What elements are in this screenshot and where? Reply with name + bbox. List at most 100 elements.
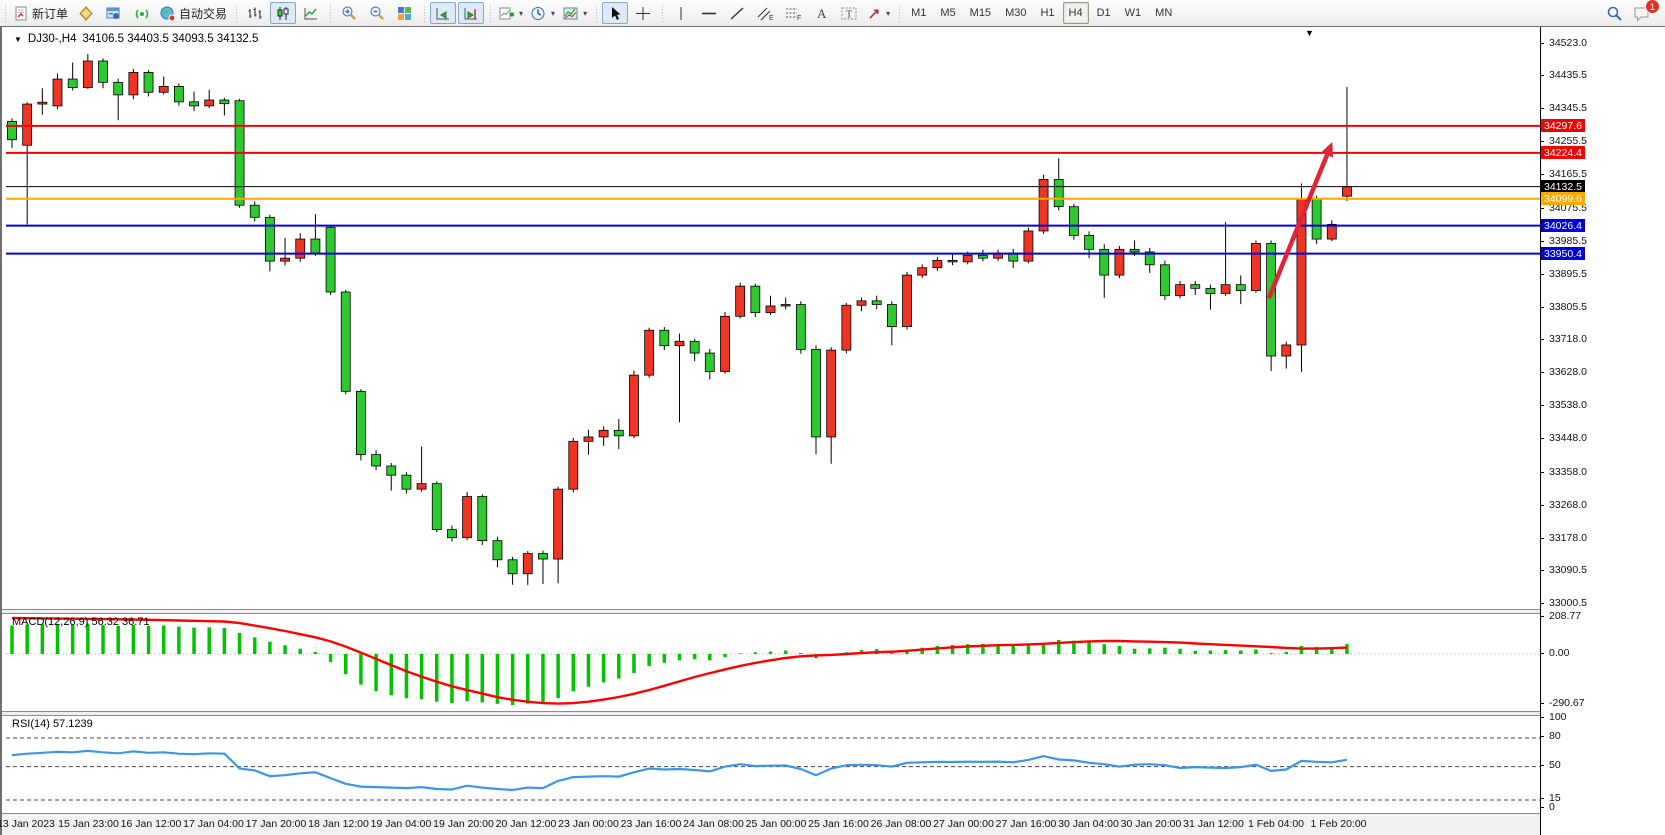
new-order-label: 新订单: [32, 5, 68, 22]
chart-shift-button[interactable]: [458, 2, 484, 24]
date-tick: 27 Jan 16:00: [996, 818, 1057, 830]
price-tick: 34345.5: [1549, 102, 1587, 114]
timeframe-button-mn[interactable]: MN: [1149, 2, 1178, 24]
timeframe-toolbar: M1M5M15M30H1H4D1W1MN: [894, 0, 1179, 26]
tick-mark: [1540, 616, 1544, 617]
timeframe-button-m5[interactable]: M5: [934, 2, 961, 24]
tick-mark: [1540, 717, 1544, 718]
date-tick: 24 Jan 08:00: [683, 818, 744, 830]
date-tick: 26 Jan 08:00: [871, 818, 932, 830]
chevron-down-icon[interactable]: ▾: [519, 9, 523, 18]
tick-mark: [1540, 538, 1544, 539]
rsi-panel[interactable]: RSI(14) 57.1239: [6, 716, 1540, 812]
notifications-button[interactable]: 1: [1629, 2, 1655, 24]
tile-windows-button[interactable]: [392, 2, 418, 24]
price-tick: 100: [1549, 711, 1567, 723]
price-tick: 0.00: [1549, 647, 1569, 659]
date-tick: 1 Feb 20:00: [1310, 818, 1366, 830]
mt4-window: 新订单 自动交易: [0, 0, 1665, 835]
tick-mark: [1540, 472, 1544, 473]
price-level-badge: 34224.4: [1541, 146, 1585, 159]
zoom-out-button[interactable]: [364, 2, 390, 24]
svg-text:A: A: [817, 6, 827, 21]
macd-label: MACD(12,26,9) 56.32 36.71: [12, 616, 150, 628]
auto-scroll-button[interactable]: [430, 2, 456, 24]
price-tick: 33000.5: [1549, 597, 1587, 609]
signal-button[interactable]: [129, 2, 155, 24]
autotrading-label: 自动交易: [179, 5, 227, 22]
tick-mark: [1540, 736, 1544, 737]
chart-template-button[interactable]: ▾: [560, 2, 590, 24]
main-chart-panel[interactable]: ▼ DJ30-,H4 34106.5 34403.5 34093.5 34132…: [6, 29, 1540, 609]
tick-mark: [1540, 108, 1544, 109]
toolbar-grip: [594, 4, 599, 22]
periods-button[interactable]: ▾: [528, 2, 558, 24]
line-chart-button[interactable]: [298, 2, 324, 24]
date-tick: 25 Jan 00:00: [746, 818, 807, 830]
svg-text:E: E: [769, 15, 774, 21]
chart-shift-icon: [463, 6, 479, 21]
toolbar-grip: [3, 4, 8, 22]
autotrading-button[interactable]: 自动交易: [157, 2, 230, 24]
toolbar-grip: [488, 4, 493, 22]
text-label-icon: T: [841, 6, 858, 21]
text-button[interactable]: A: [808, 2, 834, 24]
timeframe-button-h4[interactable]: H4: [1063, 2, 1089, 24]
candlestick-chart[interactable]: [6, 29, 1540, 609]
symbol-dropdown-icon[interactable]: ▼: [14, 35, 22, 44]
tick-mark: [1540, 765, 1544, 766]
price-tick: 33628.0: [1549, 366, 1587, 378]
equidistant-channel-button[interactable]: E: [752, 2, 778, 24]
timeframe-button-w1[interactable]: W1: [1119, 2, 1148, 24]
add-indicator-button[interactable]: ▾: [496, 2, 526, 24]
crosshair-button[interactable]: [630, 2, 656, 24]
chevron-down-icon[interactable]: ▾: [583, 9, 587, 18]
new-order-button[interactable]: 新订单: [11, 2, 71, 24]
time-axis[interactable]: 13 Jan 202315 Jan 23:0016 Jan 12:0017 Ja…: [2, 813, 1665, 835]
search-icon: [1606, 5, 1623, 22]
date-tick: 13 Jan 2023: [0, 818, 55, 830]
rsi-chart[interactable]: [6, 716, 1540, 812]
line-chart-icon: [303, 6, 319, 21]
price-tick: 34523.0: [1549, 37, 1587, 49]
macd-panel[interactable]: MACD(12,26,9) 56.32 36.71: [6, 614, 1540, 710]
text-label-button[interactable]: T: [836, 2, 862, 24]
macd-chart[interactable]: [6, 614, 1540, 710]
price-tick: 33448.0: [1549, 432, 1587, 444]
vertical-line-button[interactable]: [668, 2, 694, 24]
cursor-button[interactable]: [602, 2, 628, 24]
notification-badge: 1: [1645, 0, 1660, 14]
rsi-label: RSI(14) 57.1239: [12, 718, 93, 730]
market-depth-button[interactable]: [73, 2, 99, 24]
candlestick-chart-icon: [275, 6, 291, 21]
chevron-down-icon[interactable]: ▾: [886, 9, 890, 18]
horizontal-line-button[interactable]: [696, 2, 722, 24]
price-tick: 50: [1549, 759, 1561, 771]
signal-icon: [134, 6, 150, 21]
timeframe-button-m1[interactable]: M1: [905, 2, 932, 24]
price-level-badge: 34099.6: [1541, 192, 1585, 205]
market-watch-button[interactable]: [101, 2, 127, 24]
search-button[interactable]: [1601, 2, 1627, 24]
arrows-button[interactable]: ▾: [864, 2, 893, 24]
date-tick: 30 Jan 20:00: [1121, 818, 1182, 830]
chevron-down-icon[interactable]: ▾: [551, 9, 555, 18]
timeframe-button-m15[interactable]: M15: [964, 2, 997, 24]
timeframe-button-m30[interactable]: M30: [999, 2, 1032, 24]
top-triangle-marker: ▼: [1305, 28, 1314, 38]
timeframe-button-h1[interactable]: H1: [1034, 2, 1060, 24]
fibonacci-button[interactable]: F: [780, 2, 806, 24]
date-tick: 30 Jan 04:00: [1058, 818, 1119, 830]
arrows-icon: [867, 6, 882, 21]
price-axis[interactable]: 34523.034435.534345.534255.534165.534075…: [1540, 27, 1665, 835]
timeframe-button-d1[interactable]: D1: [1091, 2, 1117, 24]
tile-windows-icon: [397, 6, 413, 21]
zoom-out-icon: [369, 5, 385, 21]
bar-chart-button[interactable]: [242, 2, 268, 24]
trendline-button[interactable]: [724, 2, 750, 24]
toolbar-grip: [897, 4, 902, 22]
candlestick-chart-button[interactable]: [270, 2, 296, 24]
market-depth-icon: [78, 6, 94, 21]
zoom-in-button[interactable]: [336, 2, 362, 24]
crosshair-icon: [635, 6, 651, 21]
